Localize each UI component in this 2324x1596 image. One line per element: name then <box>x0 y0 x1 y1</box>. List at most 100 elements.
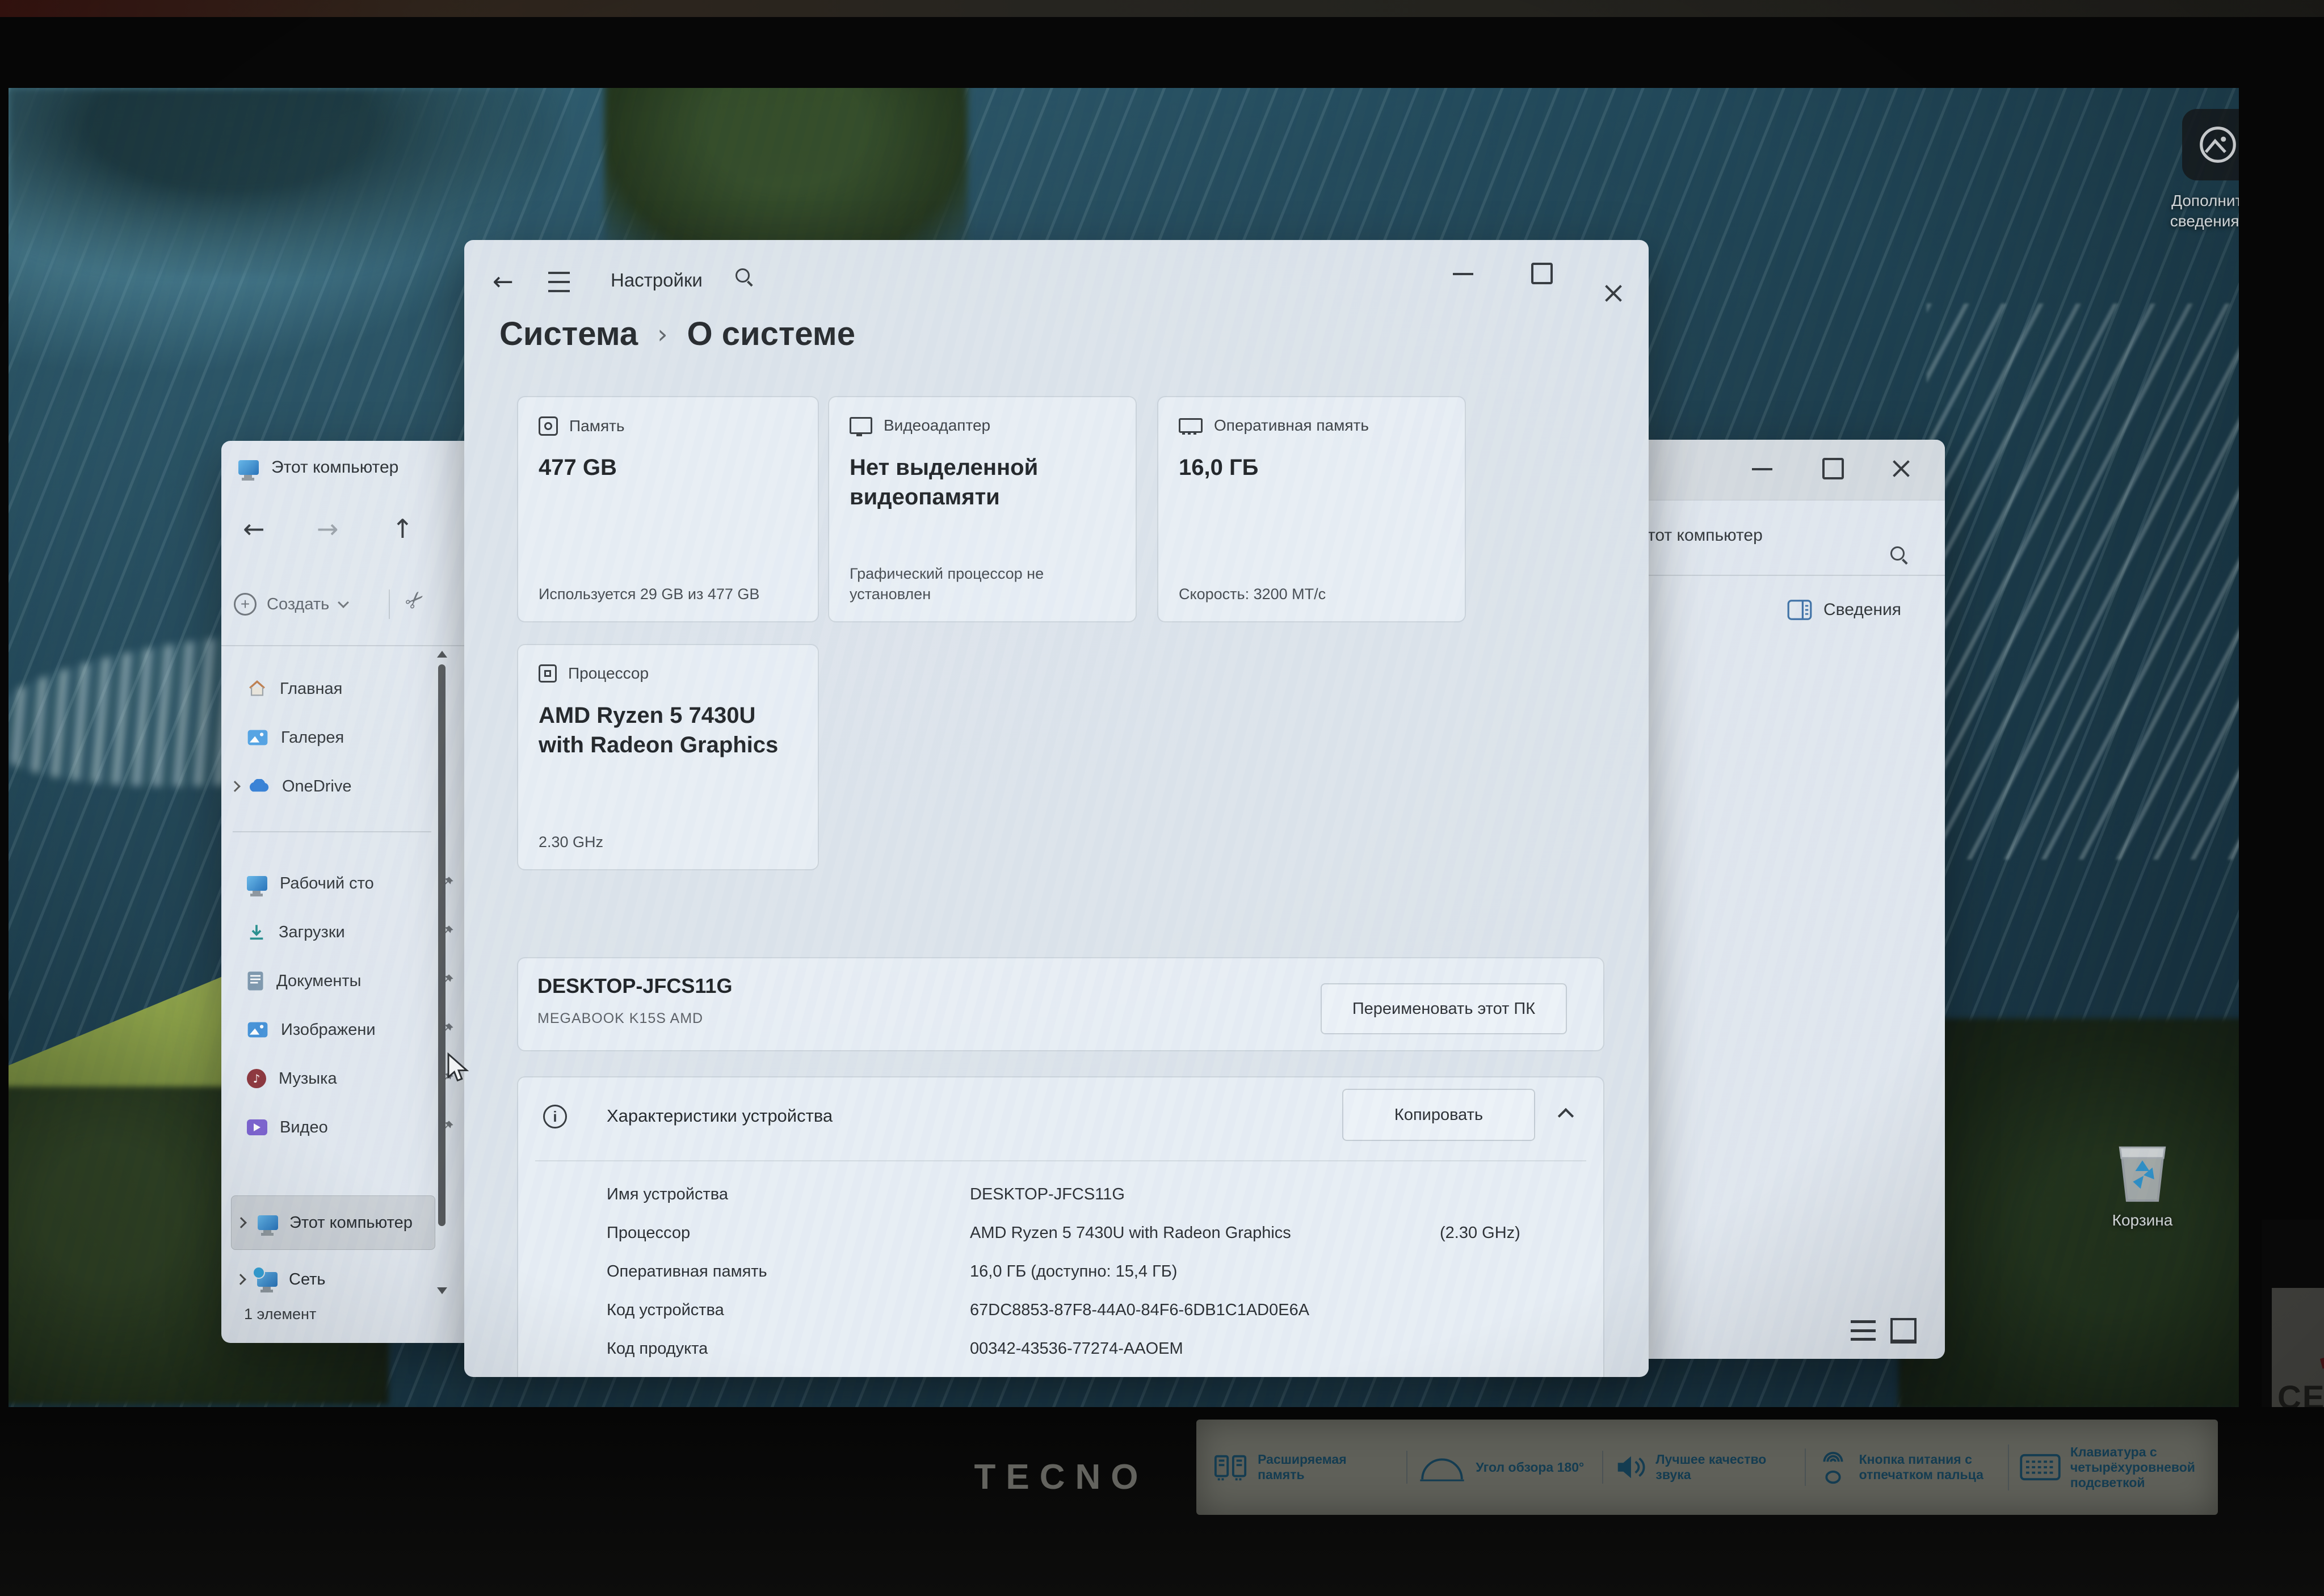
spec-row: Код продукта 00342-43536-77274-AAOEM <box>607 1336 1571 1361</box>
scroll-up-arrow[interactable] <box>437 651 447 658</box>
spec-row: Процессор AMD Ryzen 5 7430U with Radeon … <box>607 1220 1571 1245</box>
card-label: Оперативная память <box>1214 416 1369 435</box>
explorer-tab[interactable]: Этот компьютер <box>238 458 398 477</box>
search-icon[interactable] <box>736 268 753 285</box>
list-view-icon[interactable] <box>1851 1320 1876 1341</box>
breadcrumb-system[interactable]: Система <box>499 315 638 353</box>
details-toggle-button[interactable]: Сведения <box>1787 600 1901 620</box>
collapse-chevron-icon[interactable] <box>1558 1108 1574 1124</box>
spec-label: Оперативная память <box>607 1259 868 1284</box>
menu-icon[interactable] <box>548 272 570 292</box>
section-title: Характеристики устройства <box>607 1106 833 1126</box>
forward-button[interactable]: → <box>317 513 339 544</box>
app-title: Настройки <box>611 269 703 291</box>
sidebar-label: Видео <box>280 1118 328 1137</box>
expand-chevron-icon[interactable] <box>229 781 241 792</box>
documents-icon <box>247 971 264 991</box>
desktop-icon-recycle-bin[interactable]: Корзина <box>2080 1138 2205 1231</box>
card-footer: Используется 29 GB из 477 GB <box>539 584 800 604</box>
maximize-button[interactable] <box>1822 458 1844 479</box>
home-icon <box>247 679 267 698</box>
sidebar-label: Галерея <box>281 728 344 747</box>
feature-sticker-banner: Расширяемая память Угол обзора 180° Лучш… <box>1196 1420 2218 1515</box>
tree-item-network[interactable]: Сеть <box>231 1257 434 1302</box>
card-storage: Память 477 GB Используется 29 GB из 477 … <box>517 396 819 622</box>
cut-icon[interactable]: ✂ <box>400 584 431 616</box>
card-label: Память <box>569 417 625 435</box>
feature-item: Лучшее качество звука <box>1602 1451 1786 1484</box>
ram-icon <box>1179 418 1203 433</box>
feature-label: Клавиатура с четырёхуровневой подсветкой <box>2070 1445 2201 1490</box>
feature-item: Расширяемая память <box>1213 1450 1388 1485</box>
card-label: Процессор <box>568 664 649 683</box>
sidebar-label: Рабочий сто <box>280 874 374 893</box>
sidebar-label: Музыка <box>279 1069 337 1088</box>
expand-chevron-icon[interactable] <box>236 1217 247 1228</box>
address-bar-text[interactable]: тот компьютер <box>1648 526 1763 545</box>
minimize-button[interactable] <box>1453 273 1473 275</box>
feature-label: Кнопка питания с отпечатком пальца <box>1859 1452 1990 1483</box>
recycle-bin-icon <box>2114 1138 2171 1205</box>
laptop-bezel: TECNO Расширяемая память Угол обзора 180… <box>0 1407 2324 1596</box>
music-icon: ♪ <box>247 1069 266 1088</box>
image-placeholder-icon <box>2182 109 2239 180</box>
downloads-icon <box>247 923 266 942</box>
details-button-label: Сведения <box>1823 600 1901 620</box>
onedrive-icon <box>247 779 270 794</box>
breadcrumb: Система › О системе <box>499 315 855 353</box>
back-button[interactable]: ← <box>243 513 265 544</box>
spec-label: Код устройства <box>607 1298 868 1323</box>
tree-item-this-pc[interactable]: Этот компьютер <box>231 1195 435 1250</box>
this-pc-icon <box>258 1215 278 1230</box>
spec-row: Оперативная память 16,0 ГБ (доступно: 15… <box>607 1259 1571 1284</box>
card-cpu: Процессор AMD Ryzen 5 7430U with Radeon … <box>517 644 819 870</box>
sidebar-label: OneDrive <box>282 777 352 796</box>
spec-row: Имя устройства DESKTOP-JFCS11G <box>607 1182 1571 1207</box>
copy-button[interactable]: Копировать <box>1342 1089 1535 1141</box>
feature-item: Клавиатура с четырёхуровневой подсветкой <box>2008 1445 2201 1490</box>
feature-label: Угол обзора 180° <box>1476 1460 1584 1475</box>
info-icon <box>543 1105 567 1128</box>
close-button[interactable] <box>1603 283 1624 304</box>
thumbnail-view-icon[interactable] <box>1890 1318 1917 1344</box>
spec-value: 00342-43536-77274-AAOEM <box>970 1336 1183 1361</box>
desktop-icon-more-info[interactable]: Дополните... сведения о... <box>2127 109 2239 231</box>
rename-pc-button[interactable]: Переименовать этот ПК <box>1321 983 1567 1034</box>
tab-title: Этот компьютер <box>271 458 398 477</box>
cpu-icon <box>539 664 557 683</box>
card-value: 477 GB <box>539 453 800 482</box>
device-name: DESKTOP-JFCS11G <box>537 974 732 998</box>
poster-red-swoosh <box>2262 1232 2324 1392</box>
search-icon[interactable] <box>1890 546 1907 563</box>
expand-chevron-icon[interactable] <box>235 1274 246 1285</box>
spec-label: Имя устройства <box>607 1182 868 1207</box>
feature-item: Кнопка питания с отпечатком пальца <box>1805 1448 1990 1486</box>
spec-extra: (2.30 GHz) <box>1440 1220 1520 1245</box>
plus-icon: + <box>234 593 257 616</box>
laptop-screen: Дополните... сведения о... Корзина <box>9 88 2239 1407</box>
mouse-cursor <box>446 1052 469 1088</box>
maximize-button[interactable] <box>1531 263 1553 284</box>
minimize-button[interactable] <box>1752 468 1772 470</box>
gpu-icon <box>850 417 872 434</box>
tree-label: Сеть <box>289 1270 326 1289</box>
gallery-icon <box>247 729 268 746</box>
sidebar-label: Загрузки <box>279 923 345 942</box>
this-pc-icon <box>238 460 259 475</box>
scroll-down-arrow[interactable] <box>437 1287 447 1294</box>
scrollbar-thumb[interactable] <box>438 664 446 1226</box>
breadcrumb-separator: › <box>657 319 667 349</box>
card-ram: Оперативная память 16,0 ГБ Скорость: 320… <box>1157 396 1466 622</box>
close-button[interactable] <box>1890 458 1912 479</box>
spec-row: Код устройства 67DC8853-87F8-44A0-84F6-6… <box>607 1298 1571 1323</box>
spec-value: 67DC8853-87F8-44A0-84F6-6DB1C1AD0E6A <box>970 1298 1309 1323</box>
feature-label: Лучшее качество звука <box>1655 1452 1786 1483</box>
ram-icon <box>1213 1450 1249 1485</box>
new-button[interactable]: + Создать <box>234 593 347 616</box>
sidebar-divider <box>233 831 431 832</box>
status-bar-items-count: 1 элемент <box>244 1306 316 1323</box>
laptop-lid-edge <box>0 0 2324 17</box>
up-button[interactable]: ↑ <box>392 513 414 544</box>
sidebar-scrollbar[interactable] <box>436 650 448 1302</box>
back-button[interactable]: ← <box>493 267 514 296</box>
